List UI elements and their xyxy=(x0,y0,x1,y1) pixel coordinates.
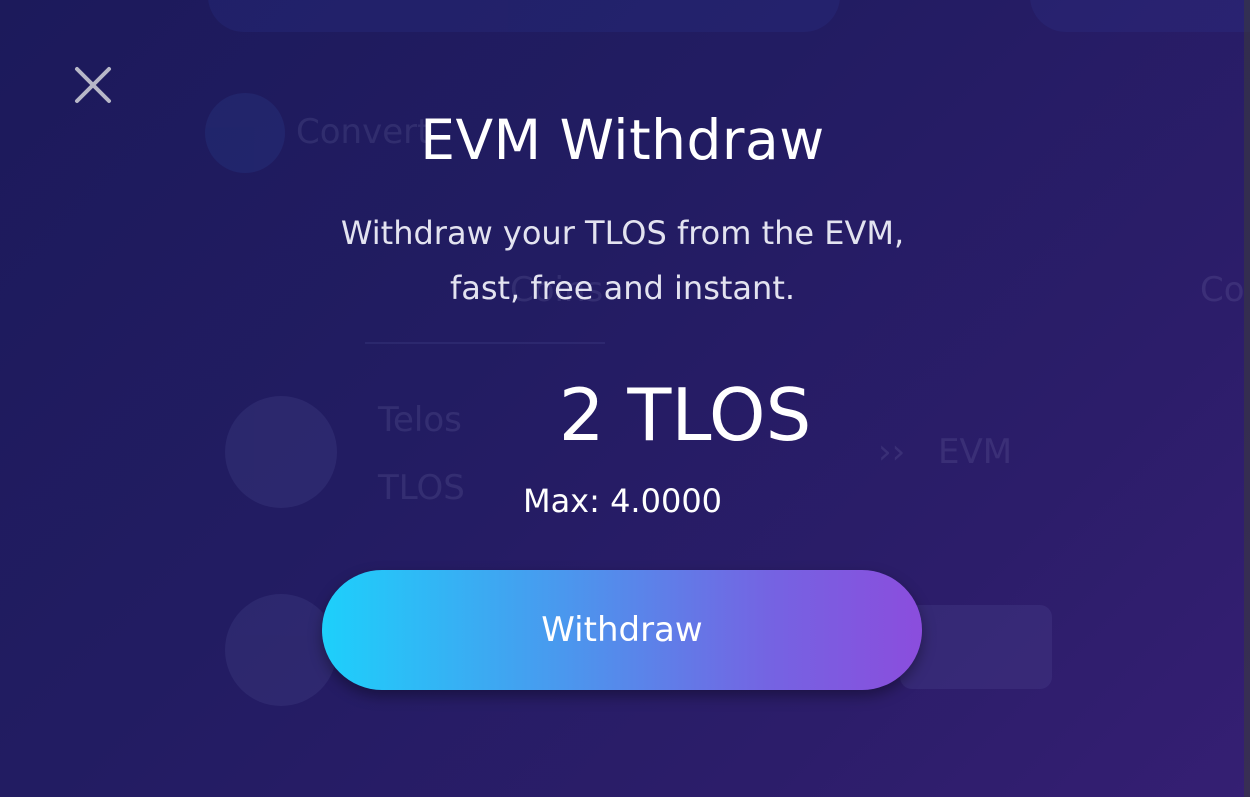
close-icon xyxy=(75,67,111,103)
dialog-subtitle: Withdraw your TLOS from the EVM, fast, f… xyxy=(0,206,1245,316)
evm-withdraw-dialog: Convert Coins Co Telos TLOS ›› EVM EVM W… xyxy=(0,0,1250,797)
max-balance-label: Max: 4.0000 xyxy=(522,482,723,520)
background-tab-pill xyxy=(208,0,840,32)
background-tab-pill-right xyxy=(1030,0,1250,32)
subtitle-line-2: fast, free and instant. xyxy=(449,269,796,307)
subtitle-line-1: Withdraw your TLOS from the EVM, xyxy=(340,214,905,252)
background-divider xyxy=(365,342,605,344)
withdraw-button-label: Withdraw xyxy=(541,610,703,650)
withdraw-button[interactable]: Withdraw xyxy=(322,570,922,690)
close-button[interactable] xyxy=(72,64,114,106)
background-token-icon-2 xyxy=(225,594,337,706)
dialog-title: EVM Withdraw xyxy=(420,108,825,172)
amount-input[interactable] xyxy=(420,372,950,458)
background-action-pill xyxy=(900,605,1052,689)
